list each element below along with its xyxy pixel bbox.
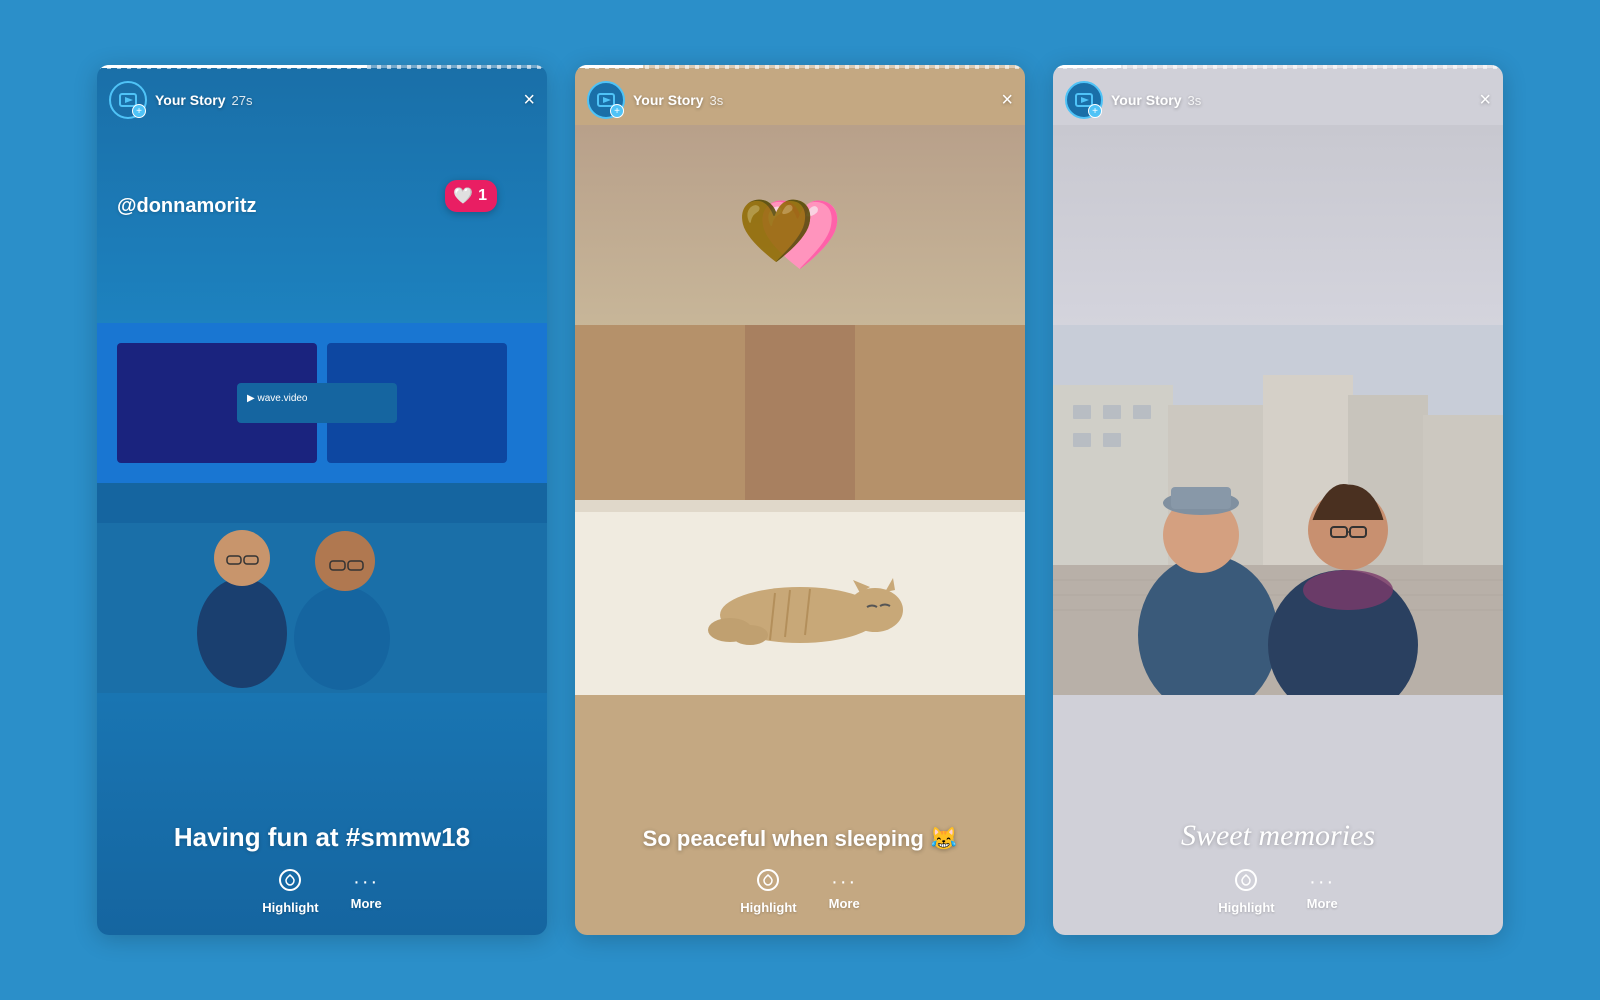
story-time-2: 3s (710, 93, 724, 108)
progress-bar-1 (97, 65, 547, 68)
highlight-icon-2 (756, 868, 780, 896)
heart-icon-notif: 🤍 (453, 186, 473, 206)
story-title-3: Your Story (1111, 92, 1182, 108)
story-footer-3: Highlight ··· More (1053, 852, 1503, 935)
story-card-2: + Your Story 3s × 💙 🩷 (575, 65, 1025, 935)
story-caption-2: So peaceful when sleeping 😹 (575, 824, 1025, 855)
highlight-icon-3 (1234, 868, 1258, 896)
hearts-area: 💙 🩷 (575, 125, 1025, 345)
story-header-3: + Your Story 3s × (1053, 75, 1503, 125)
more-label-1: More (351, 896, 382, 911)
svg-text:▶ wave.video: ▶ wave.video (247, 393, 308, 404)
more-label-2: More (829, 896, 860, 911)
progress-fill-2 (575, 65, 643, 68)
plus-badge-2: + (610, 104, 624, 118)
close-button-1[interactable]: × (523, 89, 535, 112)
avatar-ring-2: + (587, 81, 625, 119)
progress-fill-1 (97, 65, 367, 68)
more-button-3[interactable]: ··· More (1307, 872, 1338, 911)
progress-bar-2 (575, 65, 1025, 68)
story-title-1: Your Story (155, 92, 226, 108)
progress-bar-3 (1053, 65, 1503, 68)
more-button-2[interactable]: ··· More (829, 872, 860, 911)
more-icon-1: ··· (353, 872, 379, 892)
story-caption-1: Having fun at #smmw18 (97, 821, 547, 855)
story-card-3: + Your Story 3s × (1053, 65, 1503, 935)
highlight-label-1: Highlight (262, 900, 318, 915)
story-time-1: 27s (232, 93, 253, 108)
notification-badge-1: 🤍 1 (445, 180, 497, 212)
avatar-ring-1: + (109, 81, 147, 119)
story-card-1: + Your Story 27s × @donnamoritz 🤍 1 ▶ wa… (97, 65, 547, 935)
highlight-button-1[interactable]: Highlight (262, 868, 318, 915)
highlight-icon-1 (278, 868, 302, 896)
more-icon-3: ··· (1309, 872, 1335, 892)
story-photo-1: ▶ wave.video (97, 323, 547, 693)
avatar-ring-3: + (1065, 81, 1103, 119)
story-meta-3: Your Story 3s (1111, 92, 1479, 108)
more-label-3: More (1307, 896, 1338, 911)
card3-top-area (1053, 125, 1503, 345)
progress-fill-3 (1053, 65, 1121, 68)
story-footer-1: Highlight ··· More (97, 852, 547, 935)
more-icon-2: ··· (831, 872, 857, 892)
story-header-2: + Your Story 3s × (575, 75, 1025, 125)
story-footer-2: Highlight ··· More (575, 852, 1025, 935)
mention-tag-1: @donnamoritz (117, 195, 257, 218)
story-title-2: Your Story (633, 92, 704, 108)
more-button-1[interactable]: ··· More (351, 872, 382, 911)
story-photo-2 (575, 325, 1025, 695)
story-time-3: 3s (1188, 93, 1202, 108)
highlight-button-2[interactable]: Highlight (740, 868, 796, 915)
story-header-1: + Your Story 27s × (97, 75, 547, 125)
close-button-3[interactable]: × (1479, 89, 1491, 112)
story-photo-3 (1053, 325, 1503, 695)
highlight-label-3: Highlight (1218, 900, 1274, 915)
close-button-2[interactable]: × (1001, 89, 1013, 112)
story-caption-3: Sweet memories (1053, 816, 1503, 855)
highlight-button-3[interactable]: Highlight (1218, 868, 1274, 915)
notification-count: 1 (478, 187, 487, 205)
highlight-label-2: Highlight (740, 900, 796, 915)
plus-badge-1: + (132, 104, 146, 118)
story-meta-2: Your Story 3s (633, 92, 1001, 108)
story-meta-1: Your Story 27s (155, 92, 523, 108)
plus-badge-3: + (1088, 104, 1102, 118)
